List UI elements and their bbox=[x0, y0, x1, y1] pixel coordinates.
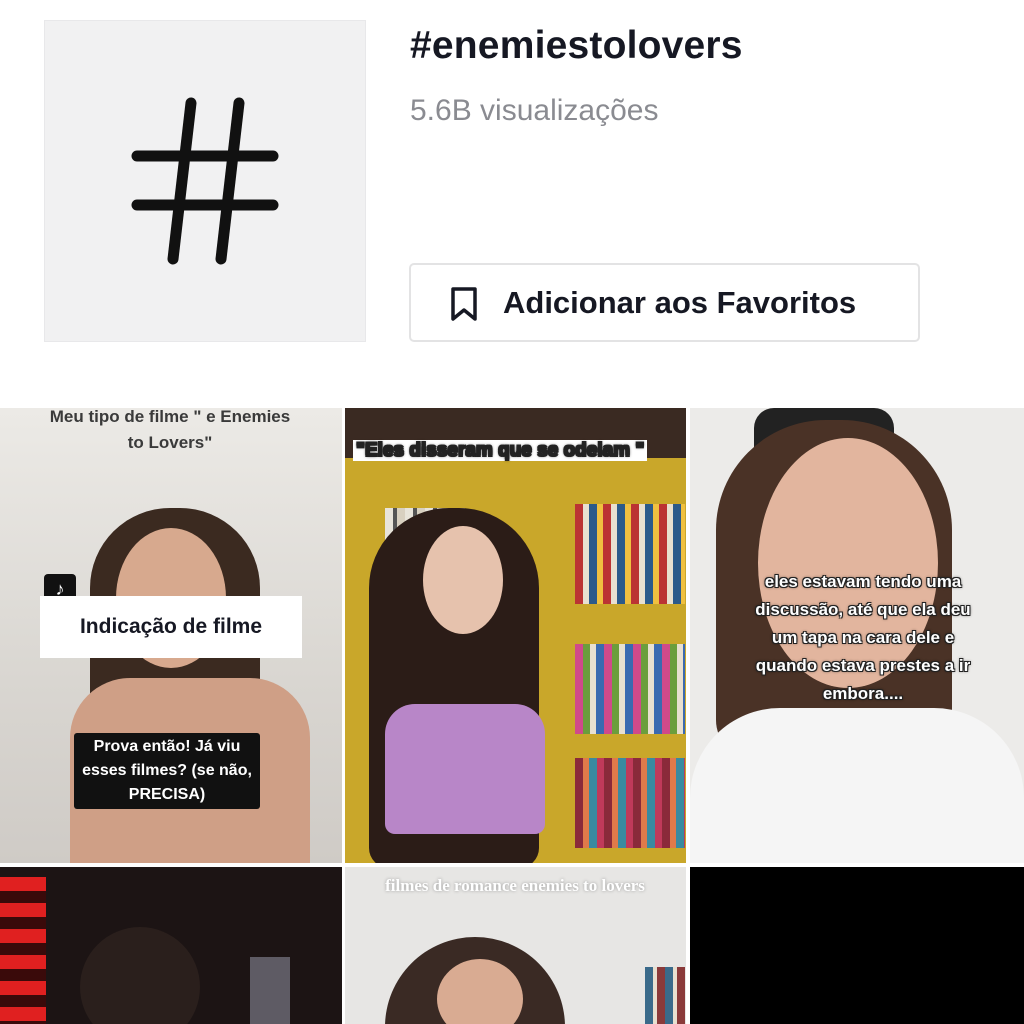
hair bbox=[80, 927, 200, 1024]
video-caption: eles estavam tendo uma discussão, até qu… bbox=[755, 572, 971, 703]
bookmark-icon bbox=[451, 287, 477, 321]
shirt bbox=[385, 704, 545, 834]
video-banner: Indicação de filme bbox=[40, 596, 302, 658]
view-count: 5.6B visualizações bbox=[410, 94, 659, 127]
books bbox=[645, 967, 685, 1024]
books bbox=[575, 758, 685, 848]
add-to-favorites-label: Adicionar aos Favoritos bbox=[503, 285, 857, 320]
hashtag-icon bbox=[131, 97, 279, 265]
video-caption: filmes de romance enemies to lovers bbox=[385, 876, 645, 895]
video-thumbnail[interactable]: "Eles disseram que se odeiam " bbox=[345, 408, 686, 863]
video-text-bubble: Prova então! Já viu esses filmes? (se nã… bbox=[74, 733, 260, 809]
video-thumbnail[interactable]: Meu tipo de filme " e Enemies to Lovers"… bbox=[0, 408, 342, 863]
hashtag-title: #enemiestolovers bbox=[410, 24, 743, 67]
video-thumbnail[interactable]: filmes de romance enemies to lovers bbox=[345, 867, 686, 1024]
face bbox=[423, 526, 503, 634]
video-thumbnail[interactable]: eles estavam tendo uma discussão, até qu… bbox=[690, 408, 1024, 863]
video-caption: "Eles disseram que se odeiam " bbox=[353, 438, 653, 464]
hashtag-header: #enemiestolovers 5.6B visualizações Adic… bbox=[0, 0, 1024, 408]
add-to-favorites-button[interactable]: Adicionar aos Favoritos bbox=[409, 263, 920, 342]
video-grid: Meu tipo de filme " e Enemies to Lovers"… bbox=[0, 408, 1024, 1024]
video-thumbnail[interactable] bbox=[690, 867, 1024, 1024]
books bbox=[575, 504, 685, 604]
neon-lights bbox=[0, 877, 46, 1024]
background-light bbox=[250, 957, 290, 1024]
hashtag-cover bbox=[44, 20, 366, 342]
books bbox=[575, 644, 685, 734]
shirt bbox=[690, 708, 1024, 863]
video-thumbnail[interactable] bbox=[0, 867, 342, 1024]
video-caption: Meu tipo de filme " e Enemies to Lovers" bbox=[49, 408, 291, 452]
